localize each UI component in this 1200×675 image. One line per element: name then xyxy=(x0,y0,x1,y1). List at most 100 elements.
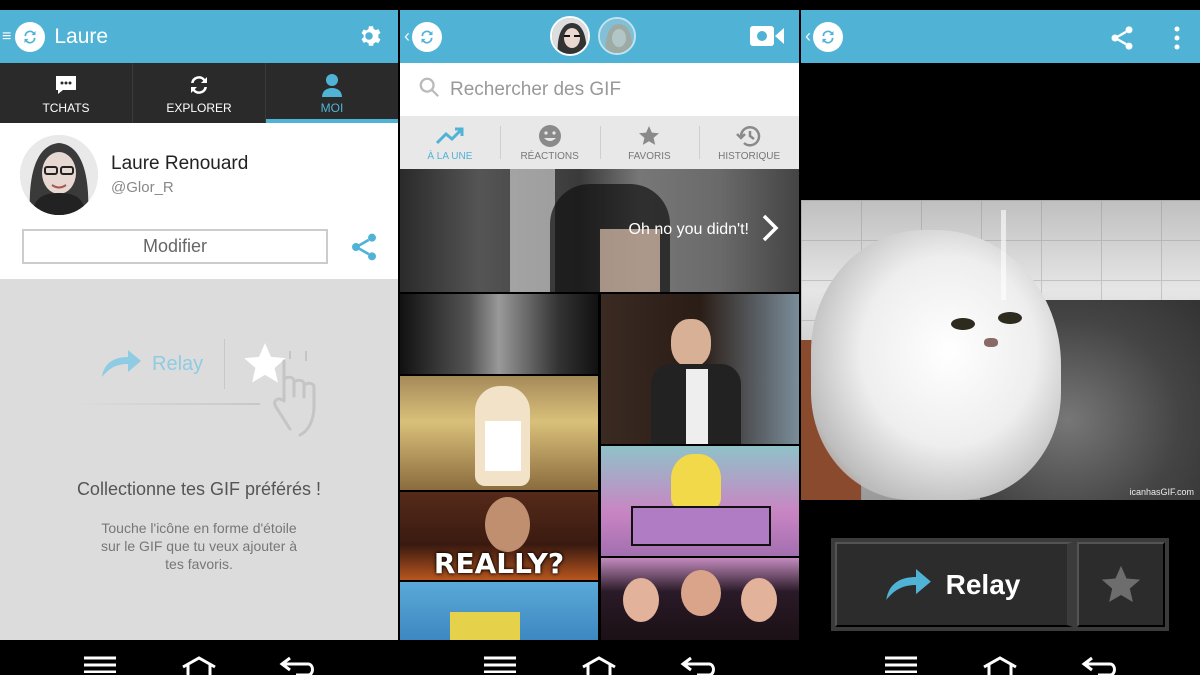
share-icon[interactable] xyxy=(348,231,380,263)
refresh-icon xyxy=(186,72,212,98)
menu-icon[interactable] xyxy=(480,655,520,675)
edit-profile-button[interactable]: Modifier xyxy=(22,229,328,264)
search-bar[interactable]: Rechercher des GIF xyxy=(400,63,799,116)
gif-thumbnail[interactable]: REALLY? xyxy=(400,492,598,580)
chat-participants xyxy=(550,16,636,56)
status-bar xyxy=(801,0,1200,10)
menu-icon[interactable]: ≡ xyxy=(2,28,11,46)
system-nav-bar xyxy=(400,640,799,675)
app-logo-icon[interactable] xyxy=(15,21,46,52)
action-panel: Relay xyxy=(831,538,1169,631)
browse-screen: ‹ Rechercher des GIF À LA UNE RÉACTIONS … xyxy=(400,0,799,675)
gif-thumbnail[interactable] xyxy=(400,582,598,642)
gif-thumbnail[interactable] xyxy=(400,376,598,490)
app-bar: ‹ xyxy=(400,10,799,63)
gif-water-stream xyxy=(1001,210,1006,300)
category-label: RÉACTIONS xyxy=(520,150,579,162)
tab-historique[interactable]: HISTORIQUE xyxy=(699,116,799,169)
app-logo-icon[interactable] xyxy=(813,21,843,52)
relay-arrow-icon xyxy=(102,350,141,377)
avatar[interactable] xyxy=(20,135,98,215)
divider xyxy=(224,339,225,389)
empty-subtitle: Touche l'icône en forme d'étoile sur le … xyxy=(100,520,298,572)
back-icon[interactable] xyxy=(679,655,719,675)
ghost-relay: Relay xyxy=(100,349,203,379)
gif-view-screen: ‹ icanhasGIF.com Relay xyxy=(801,0,1200,675)
profile-screen: ≡ Laure TCHATS EXPLORER MOI Laure Renoua… xyxy=(0,0,398,675)
gif-watermark: icanhasGIF.com xyxy=(1129,487,1194,497)
gif-cat xyxy=(811,230,1061,500)
back-chevron-icon[interactable]: ‹ xyxy=(805,26,811,47)
gif-thumbnail[interactable] xyxy=(601,294,799,444)
app-logo-icon[interactable] xyxy=(412,21,442,52)
share-icon[interactable] xyxy=(1108,24,1136,57)
history-icon xyxy=(736,124,762,148)
overflow-menu-icon[interactable] xyxy=(1174,26,1180,55)
main-tabs: TCHATS EXPLORER MOI xyxy=(0,63,398,123)
tab-label: TCHATS xyxy=(42,100,90,115)
gif-caption: REALLY? xyxy=(433,547,565,580)
chat-icon xyxy=(54,72,78,98)
divider xyxy=(70,403,260,405)
tab-reactions[interactable]: RÉACTIONS xyxy=(499,116,600,169)
profile-card: Laure Renouard @Glor_R Modifier xyxy=(0,123,398,279)
relay-button[interactable]: Relay xyxy=(835,542,1073,627)
app-bar: ≡ Laure xyxy=(0,10,398,63)
back-chevron-icon[interactable]: ‹ xyxy=(404,26,410,47)
search-icon xyxy=(418,76,440,103)
star-icon xyxy=(1101,565,1141,602)
user-name: Laure Renouard xyxy=(111,153,249,174)
empty-title: Collectionne tes GIF préférés ! xyxy=(76,479,322,499)
app-bar-actions xyxy=(1108,24,1180,57)
status-bar xyxy=(400,0,799,10)
screens: ≡ Laure TCHATS EXPLORER MOI Laure Renoua… xyxy=(0,0,1200,675)
tab-tchats[interactable]: TCHATS xyxy=(0,63,133,123)
gif-cat-eye xyxy=(951,318,975,330)
gif-cat-eye xyxy=(998,312,1022,324)
smiley-icon xyxy=(538,124,562,148)
tab-favoris[interactable]: FAVORIS xyxy=(599,116,700,169)
tab-label: EXPLORER xyxy=(166,100,232,115)
gif-player[interactable]: icanhasGIF.com xyxy=(801,200,1200,500)
app-bar: ‹ xyxy=(801,10,1200,63)
category-label: À LA UNE xyxy=(427,150,473,162)
gif-thumbnail[interactable] xyxy=(601,446,799,556)
category-label: FAVORIS xyxy=(628,150,671,162)
category-label: HISTORIQUE xyxy=(718,150,781,162)
favorite-button[interactable] xyxy=(1077,542,1165,627)
status-bar xyxy=(0,0,398,10)
gif-thumbnail[interactable] xyxy=(400,294,598,374)
back-icon[interactable] xyxy=(1080,655,1120,675)
gif-grid: REALLY? xyxy=(400,292,799,642)
gif-figure xyxy=(510,169,555,292)
gif-cat-nose xyxy=(984,338,998,347)
category-tabs: À LA UNE RÉACTIONS FAVORIS HISTORIQUE xyxy=(400,116,799,169)
ghost-relay-label: Relay xyxy=(152,352,204,375)
search-input[interactable]: Rechercher des GIF xyxy=(450,79,621,101)
tab-moi[interactable]: MOI xyxy=(266,63,398,123)
system-nav-bar xyxy=(0,640,398,675)
gif-thumbnail[interactable] xyxy=(601,558,799,642)
trending-icon xyxy=(435,124,465,148)
tab-explorer[interactable]: EXPLORER xyxy=(133,63,266,123)
menu-icon[interactable] xyxy=(80,655,120,675)
avatar[interactable] xyxy=(550,16,590,56)
page-title: Laure xyxy=(54,24,109,48)
relay-arrow-icon xyxy=(885,568,931,600)
home-icon[interactable] xyxy=(579,655,619,675)
menu-icon[interactable] xyxy=(881,655,921,675)
person-icon xyxy=(321,72,343,98)
avatar[interactable] xyxy=(598,17,636,55)
settings-gear-icon[interactable] xyxy=(356,23,382,54)
user-handle: @Glor_R xyxy=(111,179,174,196)
chevron-right-icon[interactable] xyxy=(761,213,779,248)
tab-label: MOI xyxy=(320,100,344,115)
star-icon xyxy=(637,124,661,148)
home-icon[interactable] xyxy=(980,655,1020,675)
tap-hand-icon xyxy=(270,341,340,446)
back-icon[interactable] xyxy=(278,655,318,675)
featured-gif[interactable]: Oh no you didn't! xyxy=(400,169,799,292)
tab-a-la-une[interactable]: À LA UNE xyxy=(400,116,500,169)
video-camera-icon[interactable] xyxy=(749,24,785,53)
home-icon[interactable] xyxy=(179,655,219,675)
